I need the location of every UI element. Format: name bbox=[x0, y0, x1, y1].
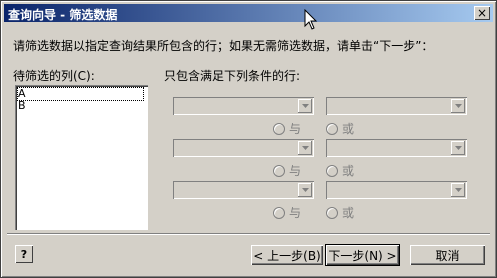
condition-2-or-radio[interactable]: 或 bbox=[326, 162, 354, 179]
radio-circle-icon bbox=[273, 164, 285, 177]
condition-1-operator-select[interactable] bbox=[173, 97, 314, 115]
chevron-down-icon[interactable] bbox=[298, 99, 312, 113]
radio-circle-icon bbox=[326, 122, 338, 135]
chevron-down-icon[interactable] bbox=[451, 141, 465, 155]
conditions-label: 只包含满足下列条件的行: bbox=[164, 69, 301, 83]
and-label: 与 bbox=[289, 206, 302, 220]
back-button[interactable]: < 上一步(B) bbox=[251, 245, 323, 265]
help-button[interactable]: ? bbox=[15, 245, 33, 263]
and-label: 与 bbox=[289, 164, 302, 178]
condition-2-operator-select[interactable] bbox=[173, 139, 314, 157]
condition-1-and-radio[interactable]: 与 bbox=[273, 120, 301, 137]
radio-circle-icon bbox=[273, 206, 285, 219]
or-label: 或 bbox=[342, 122, 355, 136]
query-wizard-dialog: 查询向导 - 筛选数据 × 请筛选数据以指定查询结果所包含的行；如果无需筛选数据… bbox=[0, 0, 497, 278]
chevron-down-icon[interactable] bbox=[451, 99, 465, 113]
and-label: 与 bbox=[289, 122, 302, 136]
radio-circle-icon bbox=[326, 206, 338, 219]
mouse-cursor-icon bbox=[304, 9, 318, 30]
condition-2-value-select[interactable] bbox=[326, 139, 467, 157]
radio-circle-icon bbox=[273, 122, 285, 135]
chevron-down-icon[interactable] bbox=[451, 183, 465, 197]
condition-3-operator-select[interactable] bbox=[173, 181, 314, 199]
help-icon: ? bbox=[20, 247, 28, 261]
condition-3-value-select[interactable] bbox=[326, 181, 467, 199]
condition-3-and-radio[interactable]: 与 bbox=[273, 204, 301, 221]
separator bbox=[7, 233, 490, 235]
chevron-down-icon[interactable] bbox=[298, 141, 312, 155]
list-item[interactable]: A bbox=[17, 87, 144, 101]
cancel-button[interactable]: 取消 bbox=[410, 245, 485, 265]
condition-1-value-select[interactable] bbox=[326, 97, 467, 115]
columns-label: 待筛选的列(C): bbox=[13, 69, 95, 83]
or-label: 或 bbox=[342, 206, 355, 220]
next-button[interactable]: 下一步(N) > bbox=[325, 244, 400, 266]
close-icon: × bbox=[476, 6, 488, 20]
list-item[interactable]: B bbox=[18, 100, 143, 112]
radio-circle-icon bbox=[326, 164, 338, 177]
columns-listbox[interactable]: A B bbox=[15, 85, 148, 230]
or-label: 或 bbox=[342, 164, 355, 178]
condition-1-or-radio[interactable]: 或 bbox=[326, 120, 354, 137]
chevron-down-icon[interactable] bbox=[298, 183, 312, 197]
condition-3-or-radio[interactable]: 或 bbox=[326, 204, 354, 221]
close-button[interactable]: × bbox=[474, 6, 490, 20]
title-bar: 查询向导 - 筛选数据 × bbox=[4, 4, 493, 22]
condition-2-and-radio[interactable]: 与 bbox=[273, 162, 301, 179]
dialog-title: 查询向导 - 筛选数据 bbox=[8, 8, 118, 22]
instruction-text: 请筛选数据以指定查询结果所包含的行；如果无需筛选数据，请单击“下一步”： bbox=[13, 39, 434, 53]
